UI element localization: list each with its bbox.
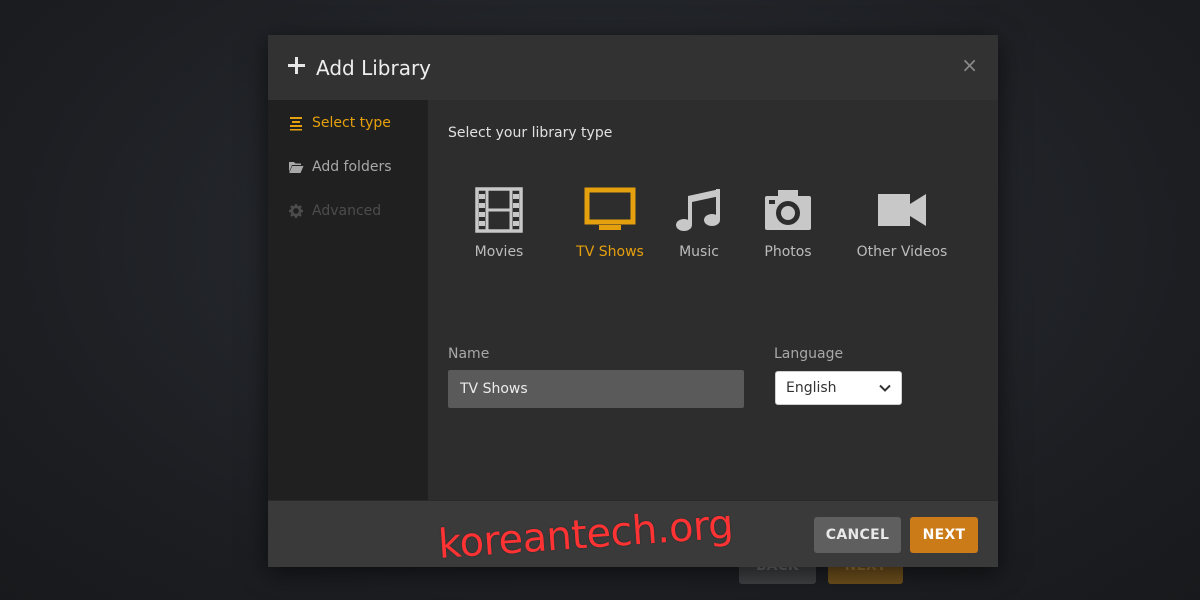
library-type-label: Other Videos	[856, 244, 948, 260]
library-type-other-videos[interactable]: Other Videos	[847, 186, 957, 260]
library-type-movies[interactable]: Movies	[468, 186, 530, 260]
sidebar-item-add-folders[interactable]: Add folders	[288, 157, 392, 177]
plus-icon	[288, 57, 305, 74]
sidebar-item-advanced: Advanced	[288, 201, 381, 221]
library-type-label: TV Shows	[576, 244, 644, 260]
library-type-label: Movies	[474, 244, 524, 260]
music-icon	[676, 189, 720, 231]
dialog-content: Select your library type Movies TV Shows	[428, 100, 998, 500]
library-type-label: Photos	[764, 244, 812, 260]
dialog-header: Add Library ×	[268, 35, 998, 101]
library-type-label: Music	[679, 244, 719, 260]
dialog-footer: CANCEL NEXT	[268, 500, 998, 567]
close-icon[interactable]: ×	[961, 53, 978, 77]
list-icon	[288, 115, 304, 131]
chevron-down-icon	[879, 384, 891, 392]
language-select[interactable]: English	[775, 371, 902, 405]
library-type-music[interactable]: Music	[672, 186, 726, 260]
cancel-button[interactable]: CANCEL	[814, 517, 901, 553]
film-icon	[475, 187, 523, 233]
dialog-title: Add Library	[316, 56, 432, 80]
language-label: Language	[774, 346, 844, 362]
wizard-sidebar: Select type Add folders Advanced	[268, 100, 428, 500]
content-heading: Select your library type	[448, 125, 613, 141]
next-button[interactable]: NEXT	[910, 517, 978, 553]
name-input[interactable]	[448, 370, 744, 408]
language-value: English	[786, 380, 837, 396]
sidebar-item-label: Select type	[312, 115, 391, 131]
library-type-photos[interactable]: Photos	[758, 186, 818, 260]
gear-icon	[288, 203, 304, 219]
sidebar-item-label: Advanced	[312, 203, 382, 219]
add-library-dialog: Add Library × Select type Add folders Ad…	[268, 35, 998, 567]
name-label: Name	[448, 346, 490, 362]
video-camera-icon	[878, 194, 926, 226]
sidebar-item-select-type[interactable]: Select type	[288, 113, 391, 133]
camera-icon	[765, 190, 811, 230]
folder-icon	[288, 159, 304, 175]
sidebar-item-label: Add folders	[312, 159, 392, 175]
library-type-tv-shows[interactable]: TV Shows	[567, 186, 653, 260]
tv-icon	[584, 187, 636, 230]
